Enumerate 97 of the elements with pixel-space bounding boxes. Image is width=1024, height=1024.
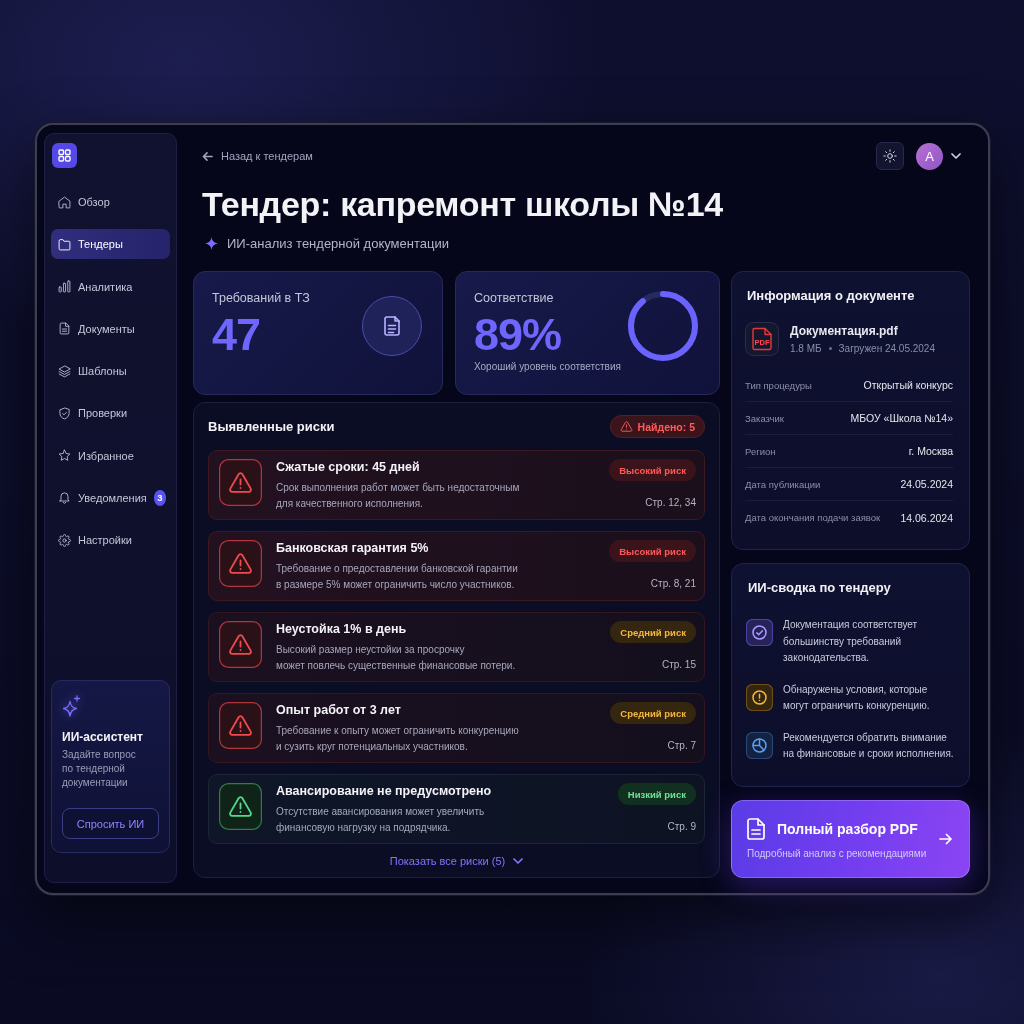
risk-description: Срок выполнения работ может быть недостаточным для качественного исполнения. [276,481,521,511]
nav-item[interactable]: Избранное [51,440,170,471]
field-label: Дата окончания подачи заявок [745,512,881,523]
bell-icon [58,491,71,505]
risk-card[interactable]: Авансирование не предусмотрено Отсутствие авансирования может увеличить финансовую нагрузку на подрядчика. Низкий риск Стр. 9 [208,774,705,844]
document-icon [747,818,765,840]
ask-ai-button[interactable]: Спросить ИИ [62,808,159,839]
arrow-right-icon [939,833,952,845]
risk-card[interactable]: Банковская гарантия 5% Требование о предоставлении банковской гарантии в размере 5% может ограничить число участников. Высокий риск Стр. 8, 21 [208,531,705,601]
user-avatar[interactable]: A [916,142,943,170]
warning-icon [219,702,262,749]
warning-icon [219,540,262,587]
field-label: Заказчик [745,412,785,424]
field-label: Дата публикации [745,478,821,490]
field-value: 24.05.2024 [900,478,953,490]
nav-item[interactable]: Тендеры [51,229,170,260]
summary-text: Рекомендуется обратить внимание на финансовые и сроки исполнения. [783,730,954,761]
page-reference: Стр. 8, 21 [650,577,696,591]
page-reference: Стр. 7 [667,739,696,753]
stat-label: Соответствие [474,290,555,306]
grid-logo-icon[interactable] [52,143,77,168]
show-all-risks-link[interactable]: Показать все риски (5) [389,853,524,869]
bar-chart-icon [58,280,71,293]
stat-value: 47 [212,312,262,358]
file-name[interactable]: Документация.pdf [790,323,935,338]
card-title: ИИ-сводка по тендеру [747,579,892,597]
gear-icon [58,533,71,547]
summary-text: Обнаружены условия, которые могут ограничить конкуренцию. [783,682,930,713]
upload-date: Загружен 24.05.2024 [838,342,935,355]
section-title: Выявленные риски [208,419,335,434]
risk-count-label: Найдено: 5 [637,420,695,433]
nav-item[interactable]: Документы [51,313,170,344]
chevron-down-icon [513,858,524,864]
folder-icon [58,237,71,251]
risk-level-badge: Низкий риск [617,783,696,805]
stat-note: Хороший уровень соответствия [474,361,621,373]
nav-item[interactable]: Аналитика [51,271,170,302]
arrow-left-icon [202,150,213,162]
nav-item[interactable]: Проверки [51,398,170,429]
page-reference: Стр. 15 [661,658,696,672]
theme-toggle-button[interactable] [876,142,904,170]
stat-label: Требований в ТЗ [212,290,310,306]
risk-card[interactable]: Опыт работ от 3 лет Требование к опыту может ограничить конкуренцию и сузить круг потенциальных участников. Средний риск Стр. 7 [208,693,705,763]
home-icon [58,195,71,209]
card-title: Информация о документе [746,287,916,305]
field-value: г. Москва [908,445,953,457]
sun-icon [883,149,897,163]
page-title: Тендер: капремонт школы №14 [201,184,724,224]
risk-title: Сжатые сроки: 45 дней [276,459,421,476]
risk-description: Требование о предоставлении банковской гарантии в размере 5% может ограничить число участников. [276,562,519,592]
sparkle-icon [204,235,219,251]
page-subtitle: ИИ-анализ тендерной документации [227,235,449,251]
back-link[interactable]: Назад к тендерам [202,150,313,162]
page-reference: Стр. 12, 34 [645,496,696,510]
field-label: Регион [745,445,776,457]
file-size: 1.8 МБ [790,342,822,355]
risk-description: Отсутствие авансирования может увеличить финансовую нагрузку на подрядчика. [276,805,486,835]
sparkle-icon [62,695,81,717]
document-icon [58,322,71,336]
nav-item[interactable]: Шаблоны [51,356,170,386]
risk-card[interactable]: Сжатые сроки: 45 дней Срок выполнения работ может быть недостаточным для качественного исполнения. Высокий риск Стр. 12, 34 [208,450,705,520]
nav-item[interactable]: Обзор [51,187,170,217]
pie-chart-icon [746,731,773,759]
notification-badge: 3 [153,489,166,506]
warning-icon [219,783,262,830]
assistant-description: Задайте вопрос по тендерной документации [62,748,137,790]
shield-check-icon [58,406,71,420]
field-value: МБОУ «Школа №14» [850,412,953,424]
risk-description: Требование к опыту может ограничить конкуренцию и сузить круг потенциальных участников. [276,724,520,754]
risk-title: Неустойка 1% в день [276,621,408,638]
full-analysis-button[interactable]: Полный разбор PDF Подробный анализ с рекомендациями [731,800,970,878]
field-label: Тип процедуры [745,379,812,391]
document-icon [362,296,422,356]
chevron-down-icon[interactable] [951,153,961,159]
risk-level-badge: Средний риск [610,621,696,643]
risk-card[interactable]: Неустойка 1% в день Высокий размер неустойки за просрочку может повлечь существенные финансовые потери. Средний риск Стр. 15 [208,612,705,682]
risk-title: Опыт работ от 3 лет [276,702,402,719]
risk-level-badge: Высокий риск [609,540,696,562]
stat-value: 89% [474,312,563,358]
summary-text: Документация соответствует большинству требований законодательства. [783,618,918,665]
warning-icon [219,621,262,668]
risk-level-badge: Высокий риск [609,459,696,481]
assistant-title: ИИ-ассистент [62,730,144,744]
separator-dot-icon [828,347,832,350]
field-value: 14.06.2024 [900,511,953,524]
layers-icon [58,364,71,378]
field-value: Открытый конкурс [863,379,953,391]
nav-item[interactable]: Уведомления 3 [51,482,170,513]
warning-icon [219,459,262,506]
page-reference: Стр. 9 [667,820,696,834]
nav-item[interactable]: Настройки [51,525,170,555]
risk-title: Авансирование не предусмотрено [276,783,493,800]
risk-description: Высокий размер неустойки за просрочку может повлечь существенные финансовые потери. [276,643,517,673]
risk-level-badge: Средний риск [610,702,696,724]
risk-title: Банковская гарантия 5% [276,540,430,557]
star-icon [58,449,71,462]
warning-icon [619,420,633,433]
